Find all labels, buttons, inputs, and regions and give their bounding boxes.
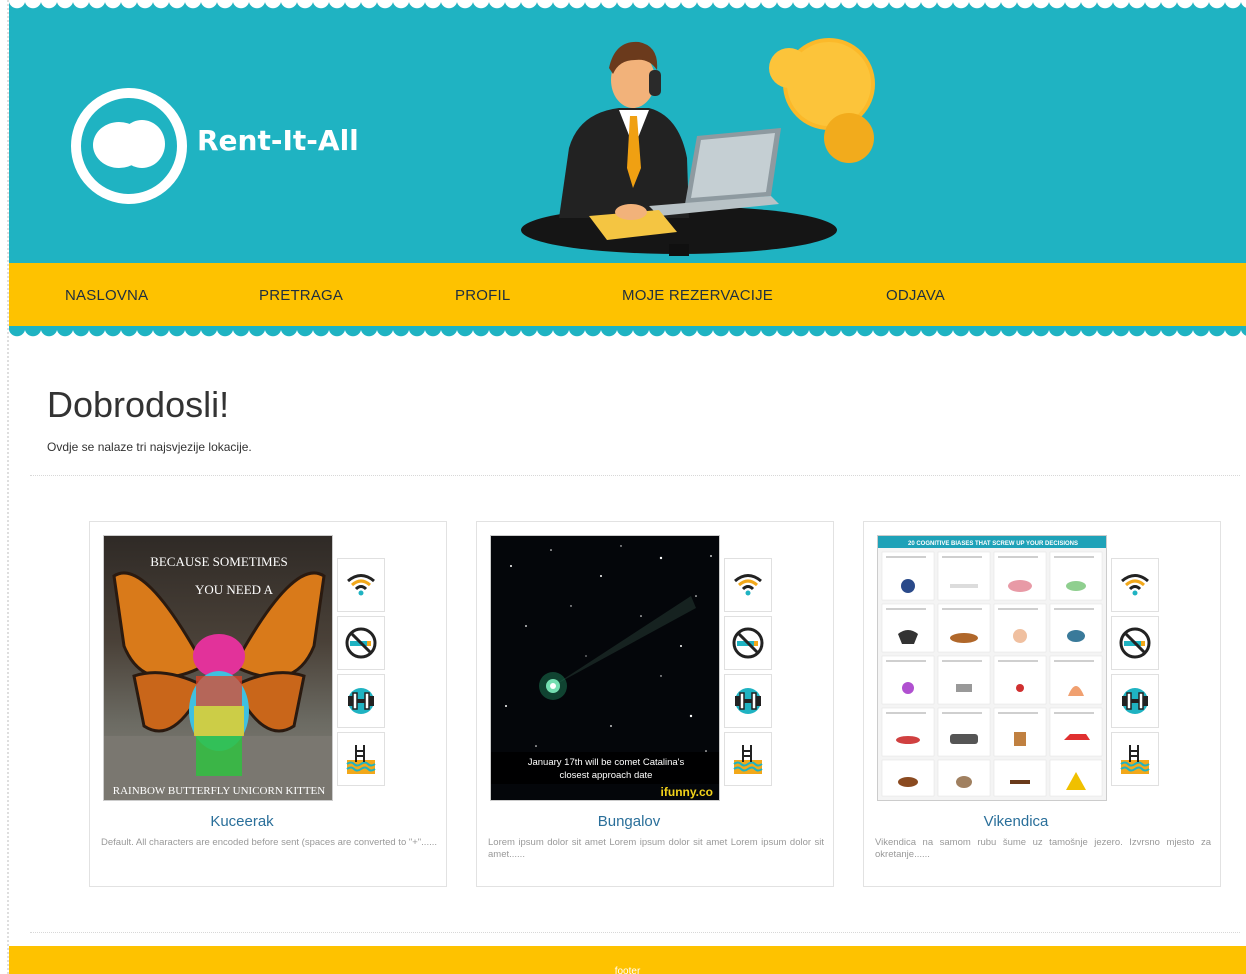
location-photo[interactable]: 20 COGNITIVE BIASES THAT SCREW UP YOUR D… [877,535,1107,801]
amenity-no-smoking [724,616,772,670]
amenity-gym [724,674,772,728]
image-caption-line1: January 17th will be comet Catalina's [528,757,685,768]
comet-image: January 17th will be comet Catalina's cl… [491,536,719,800]
amenity-pool [337,732,385,786]
image-caption-top: BECAUSE SOMETIMES [150,554,288,569]
location-card-bungalov[interactable]: January 17th will be comet Catalina's cl… [476,521,834,887]
gym-icon [735,688,761,714]
nav-item-moje-rezervacije[interactable]: MOJE REZERVACIJE [622,287,773,304]
no-smoking-icon [732,627,764,659]
nav-item-profil[interactable]: PROFIL [455,287,510,304]
no-smoking-icon [345,627,377,659]
amenity-wifi [337,558,385,612]
infographic-title: 20 COGNITIVE BIASES THAT SCREW UP YOUR D… [908,541,1078,547]
image-caption-middle: YOU NEED A [195,582,274,597]
location-card-kuceerak[interactable]: BECAUSE SOMETIMES YOU NEED A RAINBOW BUT… [89,521,447,887]
amenity-gym [1111,674,1159,728]
nav-item-odjava[interactable]: ODJAVA [886,287,945,304]
header-scallop-edge [9,0,1246,14]
wifi-icon [347,574,375,596]
amenity-no-smoking [1111,616,1159,670]
amenity-pool [724,732,772,786]
pool-icon [733,745,763,774]
wifi-icon [1121,574,1149,596]
pool-icon [346,745,376,774]
butterfly-kitten-image: BECAUSE SOMETIMES YOU NEED A RAINBOW BUT… [104,554,332,800]
image-watermark: ifunny.co [661,785,713,799]
no-smoking-icon [1119,627,1151,659]
nav-scallop-edge [9,326,1246,344]
amenity-wifi [724,558,772,612]
page-left-border [0,0,9,974]
location-card-vikendica[interactable]: 20 COGNITIVE BIASES THAT SCREW UP YOUR D… [863,521,1221,887]
footer-text: footer [614,966,641,974]
content-divider [30,475,1240,476]
amenity-gym [337,674,385,728]
location-photo[interactable]: BECAUSE SOMETIMES YOU NEED A RAINBOW BUT… [103,535,333,801]
site-header [9,0,1246,263]
amenity-pool [1111,732,1159,786]
businessman-illustration [521,38,875,256]
wifi-icon [734,574,762,596]
image-caption-line2: closest approach date [560,770,653,781]
page-title: Dobrodosli! [47,384,230,425]
infographic-image: 20 COGNITIVE BIASES THAT SCREW UP YOUR D… [878,536,1106,800]
location-photo[interactable]: January 17th will be comet Catalina's cl… [490,535,720,801]
gym-icon [1122,688,1148,714]
page-subtitle: Ovdje se nalaze tri najsvjezije lokacije… [47,440,252,454]
logo-cloud-right [119,120,165,168]
nav-item-pretraga[interactable]: PRETRAGA [259,287,343,304]
main-nav: NASLOVNA PRETRAGA PROFIL MOJE REZERVACIJ… [9,263,1246,327]
amenity-no-smoking [337,616,385,670]
location-description: Lorem ipsum dolor sit amet Lorem ipsum d… [488,837,824,860]
image-caption-bottom: RAINBOW BUTTERFLY UNICORN KITTEN [113,785,326,797]
location-description: Vikendica na samom rubu šume uz tamošnje… [875,837,1211,860]
amenity-wifi [1111,558,1159,612]
location-description: Default. All characters are encoded befo… [101,837,437,848]
site-footer: footer [9,946,1246,974]
footer-divider [30,932,1240,933]
brand-name: Rent-It-All [197,124,359,157]
location-name[interactable]: Kuceerak [90,813,394,830]
location-name[interactable]: Vikendica [864,813,1168,830]
location-name[interactable]: Bungalov [477,813,781,830]
gym-icon [348,688,374,714]
pool-icon [1120,745,1150,774]
nav-item-naslovna[interactable]: NASLOVNA [65,287,148,304]
